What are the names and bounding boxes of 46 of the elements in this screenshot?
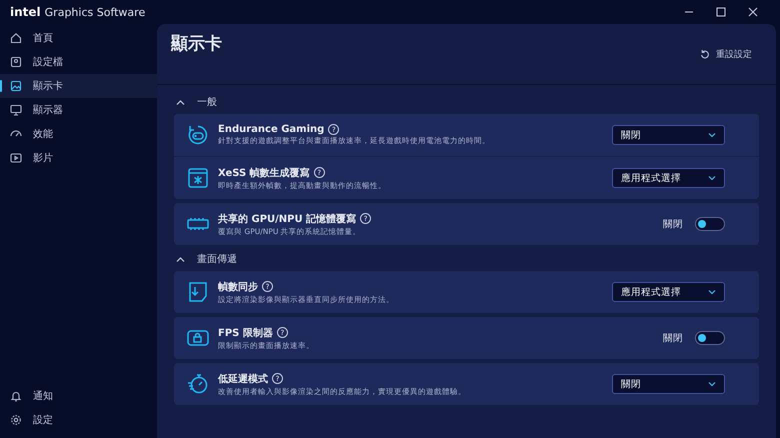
toggle-switch[interactable] bbox=[695, 217, 725, 231]
section-header[interactable]: 畫面傳遞 bbox=[174, 249, 759, 269]
page-title: 顯示卡 bbox=[171, 32, 222, 54]
window-title: Graphics Software bbox=[44, 6, 146, 19]
sidebar-item[interactable]: 顯示器 bbox=[0, 98, 157, 122]
setting-title: FPS 限制器 bbox=[218, 326, 273, 340]
chevron-down-icon bbox=[708, 289, 716, 295]
setting-title: 低延遲模式 bbox=[218, 372, 268, 386]
grid-icon bbox=[187, 167, 209, 189]
settings-icon bbox=[10, 414, 22, 426]
picture-icon bbox=[10, 80, 22, 92]
home-icon bbox=[10, 32, 22, 44]
dropdown[interactable]: 應用程式選擇 bbox=[612, 168, 725, 188]
reset-button[interactable]: 重設設定 bbox=[694, 44, 758, 64]
dropdown[interactable]: 應用程式選擇 bbox=[612, 282, 725, 302]
play-icon bbox=[10, 152, 22, 164]
sidebar-item[interactable]: 設定 bbox=[0, 408, 157, 432]
sidebar-item[interactable]: 影片 bbox=[0, 146, 157, 170]
toggle-label: 關閉 bbox=[663, 218, 683, 230]
close-icon[interactable] bbox=[748, 7, 758, 17]
sidebar-item[interactable]: 效能 bbox=[0, 122, 157, 146]
setting-title: Endurance Gaming bbox=[218, 124, 324, 135]
sidebar-item[interactable]: 首頁 bbox=[0, 26, 157, 50]
chevron-down-icon bbox=[708, 175, 716, 181]
undo-icon bbox=[700, 49, 710, 59]
monitor-icon bbox=[10, 104, 22, 116]
sidebar-item[interactable]: 通知 bbox=[0, 384, 157, 408]
gamepad-icon bbox=[187, 124, 209, 146]
toggle-switch[interactable] bbox=[695, 331, 725, 345]
bell-icon bbox=[10, 390, 22, 402]
brand-logo: intel bbox=[10, 5, 41, 19]
setting-title: 幀數同步 bbox=[218, 280, 258, 294]
setting-title: 共享的 GPU/NPU 記憶體覆寫 bbox=[218, 212, 356, 226]
download-icon bbox=[187, 281, 209, 303]
dropdown[interactable]: 關閉 bbox=[612, 125, 725, 145]
sidebar-item[interactable]: 顯示卡 bbox=[0, 74, 157, 98]
section-header[interactable]: 一般 bbox=[174, 92, 759, 112]
toggle-label: 關閉 bbox=[663, 332, 683, 344]
dropdown[interactable]: 關閉 bbox=[612, 374, 725, 394]
sidebar-item[interactable]: 設定檔 bbox=[0, 50, 157, 74]
chevron-down-icon bbox=[708, 132, 716, 138]
maximize-icon[interactable] bbox=[716, 7, 726, 17]
stopwatch-icon bbox=[187, 373, 209, 395]
chevron-down-icon bbox=[708, 381, 716, 387]
profile-icon bbox=[10, 56, 22, 68]
setting-title: XeSS 幀數生成覆寫 bbox=[218, 166, 310, 180]
